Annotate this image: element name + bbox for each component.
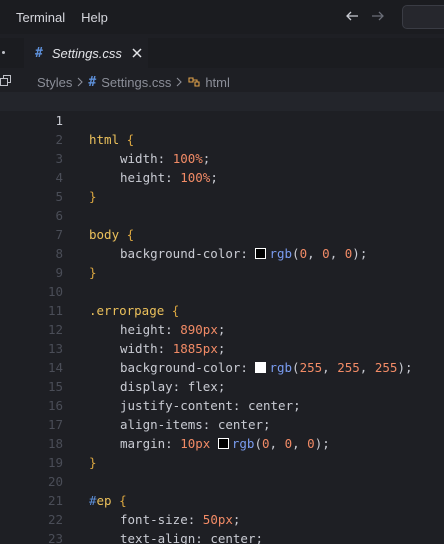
code-line-2: 2 width: 100%;: [0, 111, 444, 166]
activity-dot: [2, 51, 5, 54]
code-line-13: 13 background-color: rgb(255, 255, 255);: [0, 320, 444, 375]
split-editor-icon[interactable]: [0, 74, 12, 88]
code-line-9: 9: [0, 244, 444, 280]
back-arrow-icon[interactable]: [344, 8, 360, 24]
code-line-18: 18 }: [0, 415, 444, 470]
css-file-icon: #: [88, 74, 97, 90]
tab-settings-css[interactable]: # Settings.css: [24, 38, 148, 68]
menu-terminal[interactable]: Terminal: [8, 10, 73, 25]
breadcrumb-file[interactable]: Settings.css: [101, 75, 171, 90]
chevron-right-icon: [176, 77, 183, 87]
nav-arrows: [344, 8, 386, 24]
line-number: 23: [47, 531, 63, 544]
code-line-8: 8 }: [0, 225, 444, 280]
code-line-4: 4 }: [0, 149, 444, 204]
code-line-10: 10 .errorpage {: [0, 263, 444, 318]
code-line-5: 5: [0, 168, 444, 204]
breadcrumb-styles[interactable]: Styles: [37, 75, 72, 90]
property: text-align:: [120, 531, 211, 544]
code-line-12: 12 width: 1885px;: [0, 301, 444, 356]
menu-bar: Terminal Help: [0, 0, 444, 34]
code-line-17: 17 margin: 10px rgb(0, 0, 0);: [0, 396, 444, 451]
code-line-19: 19: [0, 434, 444, 470]
code-line-3: 3 height: 100%;: [0, 130, 444, 185]
code-line-20: 20 #ep {: [0, 453, 444, 508]
code-editor[interactable]: 1 html { 2 width: 100%; 3 height: 100%; …: [0, 92, 444, 544]
command-center-search[interactable]: [402, 5, 444, 29]
breadcrumb: Styles # Settings.css html: [0, 72, 444, 92]
forward-arrow-icon[interactable]: [370, 8, 386, 24]
code-line-21: 21 font-size: 50px;: [0, 472, 444, 527]
symbol-selector-icon: [188, 77, 200, 87]
close-icon[interactable]: [131, 47, 143, 59]
semicolon: ;: [255, 531, 263, 544]
menu-help[interactable]: Help: [73, 10, 116, 25]
code-line-16: 16 align-items: center;: [0, 377, 444, 432]
code-line-1: 1 html {: [0, 92, 444, 147]
css-file-icon: #: [35, 45, 43, 61]
code-line-14: 14 display: flex;: [0, 339, 444, 394]
code-line-22: 22 text-align: center;: [0, 491, 444, 544]
code-line-11: 11 height: 890px;: [0, 282, 444, 337]
chevron-right-icon: [78, 77, 84, 87]
code-line-15: 15 justify-content: center;: [0, 358, 444, 413]
value: center: [210, 531, 256, 544]
breadcrumb-symbol[interactable]: html: [205, 75, 230, 90]
code-line-23: 23 }: [0, 510, 444, 544]
code-line-7: 7 background-color: rgb(0, 0, 0);: [0, 206, 444, 261]
code-line-6: 6 body {: [0, 187, 444, 242]
tab-bar: # Settings.css: [0, 38, 444, 68]
tab-label: Settings.css: [51, 45, 122, 61]
